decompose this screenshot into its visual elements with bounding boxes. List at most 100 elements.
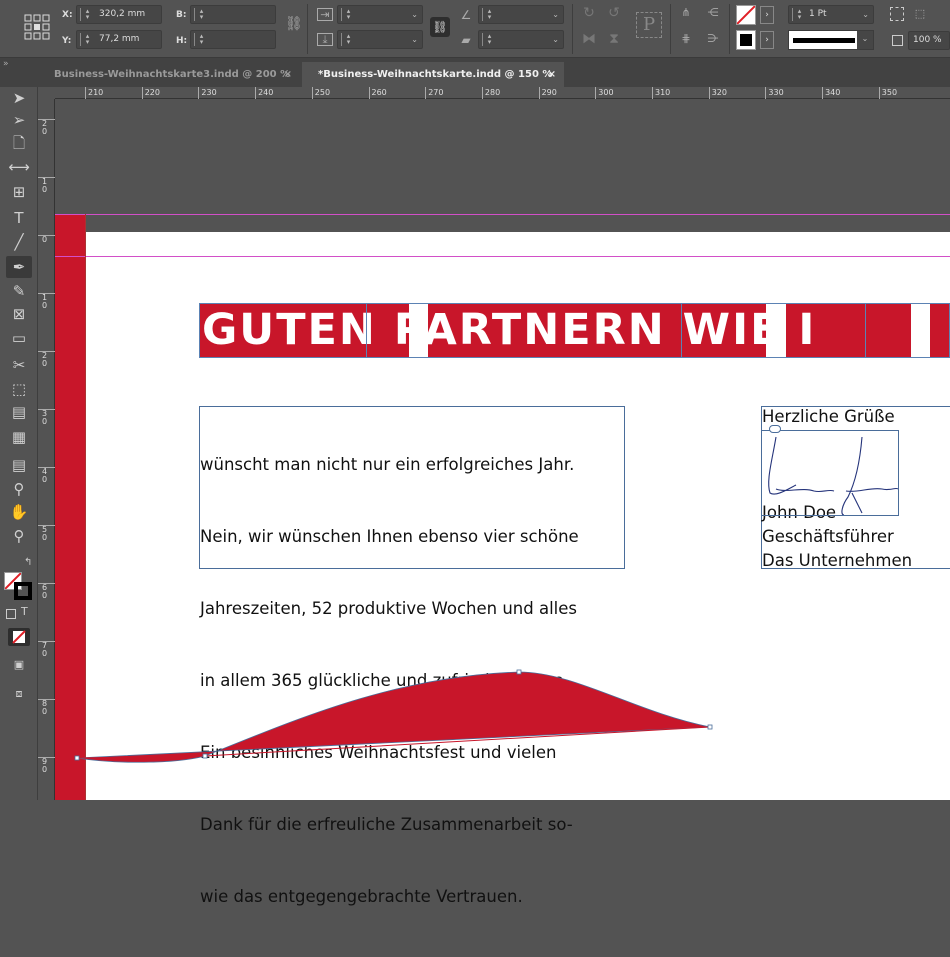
scissors-tool-icon[interactable]: ✂ — [6, 354, 32, 376]
ruler-tick: 2 0 — [38, 119, 55, 136]
stroke-swatch[interactable] — [736, 30, 756, 50]
greeting-text[interactable]: Herzliche Grüße — [762, 405, 895, 429]
rectangle-tool-icon[interactable]: ▭ — [6, 327, 32, 349]
opacity-field[interactable]: 100 % — [908, 31, 950, 50]
height-field[interactable]: ▴ ▾ — [190, 30, 276, 49]
chevron-down-icon[interactable]: ⌄ — [552, 31, 559, 48]
width-field[interactable]: ▴ ▾ — [190, 5, 276, 24]
chevron-down-icon[interactable]: ⌄ — [857, 31, 873, 49]
bleed-guide — [55, 214, 950, 215]
chevron-down-icon[interactable]: ⌄ — [862, 6, 869, 23]
margin-guide — [55, 256, 950, 257]
body-line: Nein, wir wünschen Ihnen ebenso vier sch… — [200, 527, 579, 546]
eyedropper-tool-icon[interactable]: ⚲ — [6, 478, 32, 500]
tab-label: Business-Weihnachtskarte3.indd @ 200 % — [54, 69, 291, 80]
chevron-down-icon[interactable]: ⌄ — [552, 6, 559, 23]
select-next-icon[interactable]: ⋺ — [703, 32, 723, 46]
ruler-tick: 230 — [198, 87, 217, 99]
tab-document-2[interactable]: *Business-Weihnachtskarte.indd @ 150 % × — [302, 62, 564, 87]
line-tool-icon[interactable]: ╱ — [6, 231, 32, 253]
ruler-tick: 6 0 — [38, 583, 55, 600]
tab-document-1[interactable]: Business-Weihnachtskarte3.indd @ 200 % × — [38, 62, 300, 87]
scale-x-field[interactable]: ▴ ▾ ⌄ — [337, 5, 423, 24]
body-text-frame[interactable]: wünscht man nicht nur ein erfolgreiches … — [199, 406, 625, 906]
reference-p-icon[interactable]: P — [636, 12, 662, 38]
free-transform-tool-icon[interactable]: ⬚ — [6, 378, 32, 400]
selection-tool-icon[interactable]: ➤ — [6, 87, 32, 109]
close-icon[interactable]: × — [548, 62, 556, 87]
stroke-type-select[interactable]: ⌄ — [788, 30, 874, 50]
chevron-down-icon[interactable]: ⌄ — [411, 31, 418, 48]
shear-stepper[interactable]: ▴ ▾ — [482, 33, 496, 46]
swap-colors-icon[interactable]: ↰ — [24, 557, 32, 568]
width-stepper[interactable]: ▴ ▾ — [194, 8, 208, 21]
x-stepper[interactable]: ▴ ▾ — [80, 8, 94, 21]
chevron-down-icon[interactable]: ⌄ — [411, 6, 418, 23]
ruler-tick: 290 — [538, 87, 557, 99]
formatting-container-icon[interactable] — [6, 609, 16, 619]
fill-dropdown-button[interactable]: › — [760, 6, 774, 24]
shear-field[interactable]: ▴ ▾ ⌄ — [478, 30, 564, 49]
y-value: 77,2 mm — [99, 34, 140, 44]
frame-divider — [681, 303, 682, 358]
signature-title[interactable]: Geschäftsführer — [762, 525, 894, 549]
scale-y-stepper[interactable]: ▴ ▾ — [341, 33, 355, 46]
view-mode-icon[interactable]: ▣ — [6, 654, 32, 676]
scale-y-field[interactable]: ▴ ▾ ⌄ — [337, 30, 423, 49]
constrain-proportions-icon[interactable]: ⛓ — [285, 17, 303, 31]
ruler-tick: 1 0 — [38, 293, 55, 310]
rotate-cw-icon[interactable]: ↻ — [580, 6, 598, 20]
note-tool-icon[interactable]: ▤ — [6, 454, 32, 476]
rectangle-frame-tool-icon[interactable]: ⊠ — [6, 303, 32, 325]
rotation-field[interactable]: ▴ ▾ ⌄ — [478, 5, 564, 24]
zoom-tool-icon[interactable]: ⚲ — [6, 525, 32, 547]
hand-tool-icon[interactable]: ✋ — [6, 501, 32, 523]
y-stepper[interactable]: ▴ ▾ — [80, 33, 94, 46]
direct-selection-tool-icon[interactable]: ➢ — [6, 109, 32, 131]
effects-icon[interactable]: ⬚ — [912, 7, 928, 21]
pen-tool-icon[interactable]: ✒ — [6, 256, 32, 278]
flip-vertical-icon[interactable]: ⧗ — [605, 32, 623, 46]
flip-horizontal-icon[interactable]: ⧓ — [580, 32, 598, 46]
gap-tool-icon[interactable]: ⟷ — [6, 156, 32, 178]
tab-label: *Business-Weihnachtskarte.indd @ 150 % — [318, 69, 553, 80]
reference-point-icon[interactable] — [24, 14, 50, 40]
screen-mode-icon[interactable]: ⧈ — [6, 683, 32, 705]
red-wave-shape[interactable] — [55, 640, 755, 800]
select-container-icon[interactable]: ⋔ — [678, 6, 694, 20]
page-tool-icon[interactable]: 🗋 — [6, 132, 32, 154]
headline-text[interactable]: GUTEN PARTNERN WIE I — [202, 303, 816, 357]
gradient-feather-tool-icon[interactable]: ▦ — [6, 426, 32, 448]
gradient-swatch-tool-icon[interactable]: ▤ — [6, 401, 32, 423]
select-content-icon[interactable]: ⋕ — [678, 32, 694, 46]
x-value: 320,2 mm — [99, 9, 146, 19]
fill-none-swatch[interactable] — [736, 5, 756, 25]
scale-x-icon: ⇥ — [317, 8, 333, 21]
scale-y-icon: ⤓ — [317, 33, 333, 46]
stroke-swatch[interactable] — [14, 582, 32, 600]
collapse-panel-icon[interactable]: » — [3, 59, 9, 69]
type-tool-icon[interactable]: T — [6, 207, 32, 229]
x-field[interactable]: ▴ ▾ 320,2 mm — [76, 5, 162, 24]
link-scale-icon[interactable]: ⛓ — [430, 17, 450, 37]
body-line: wie das entgegengebrachte Vertrauen. — [200, 887, 523, 906]
stroke-dropdown-button[interactable]: › — [760, 31, 774, 49]
rotate-ccw-icon[interactable]: ↺ — [605, 6, 623, 20]
close-icon[interactable]: × — [284, 62, 292, 87]
scale-x-stepper[interactable]: ▴ ▾ — [341, 8, 355, 21]
pencil-tool-icon[interactable]: ✎ — [6, 280, 32, 302]
formatting-text-icon[interactable]: T — [21, 605, 28, 618]
signature-image-frame[interactable] — [761, 430, 899, 516]
apply-none-icon[interactable] — [8, 628, 30, 646]
stroke-weight-field[interactable]: ▴ ▾ 1 Pt ⌄ — [788, 5, 874, 24]
height-stepper[interactable]: ▴ ▾ — [194, 33, 208, 46]
stroke-weight-stepper[interactable]: ▴ ▾ — [792, 8, 806, 21]
ruler-tick: 320 — [708, 87, 727, 99]
content-collector-icon[interactable]: ⊞ — [6, 181, 32, 203]
link-badge-icon[interactable] — [769, 425, 781, 433]
select-previous-icon[interactable]: ⋲ — [703, 6, 723, 20]
rotation-stepper[interactable]: ▴ ▾ — [482, 8, 496, 21]
signature-company[interactable]: Das Unternehmen — [762, 549, 912, 573]
y-field[interactable]: ▴ ▾ 77,2 mm — [76, 30, 162, 49]
corner-options-icon[interactable] — [890, 7, 904, 21]
